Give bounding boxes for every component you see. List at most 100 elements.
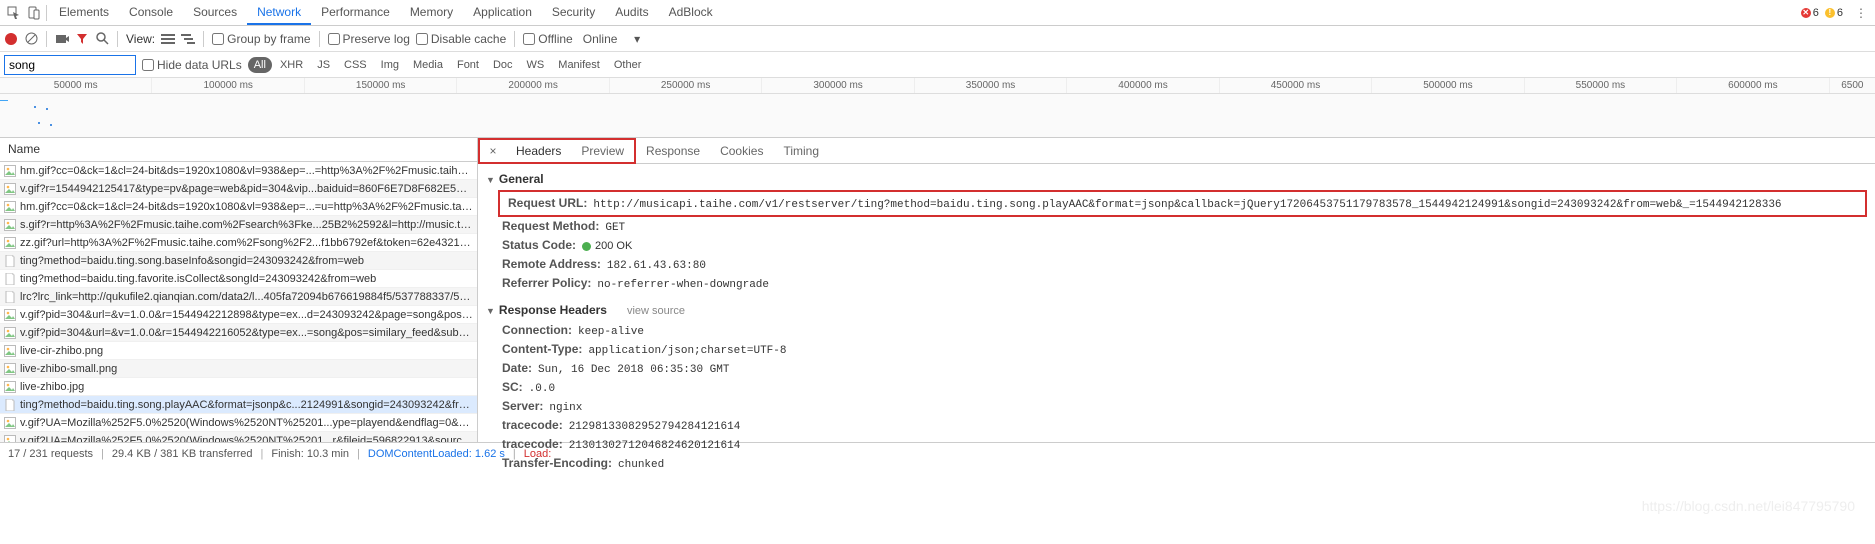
header-row: Date:Sun, 16 Dec 2018 06:35:30 GMT bbox=[486, 359, 1867, 378]
request-row[interactable]: zz.gif?url=http%3A%2F%2Fmusic.taihe.com%… bbox=[0, 234, 477, 252]
request-row[interactable]: hm.gif?cc=0&ck=1&cl=24-bit&ds=1920x1080&… bbox=[0, 198, 477, 216]
filter-type-other[interactable]: Other bbox=[608, 57, 648, 73]
status-value: 200 OK bbox=[582, 240, 632, 253]
request-row[interactable]: ting?method=baidu.ting.song.playAAC&form… bbox=[0, 396, 477, 414]
time-label: 150000 ms bbox=[305, 78, 457, 93]
header-key: Date: bbox=[502, 361, 532, 375]
sb-load: Load: bbox=[524, 448, 552, 460]
header-value: .0.0 bbox=[529, 383, 555, 395]
detail-tabs: × Headers Preview Response Cookies Timin… bbox=[478, 138, 1875, 164]
search-icon[interactable] bbox=[95, 32, 109, 46]
header-value: nginx bbox=[549, 402, 582, 414]
error-count[interactable]: ✕6 bbox=[1801, 7, 1819, 19]
time-label: 600000 ms bbox=[1677, 78, 1829, 93]
device-icon[interactable] bbox=[24, 3, 44, 23]
name-column-header[interactable]: Name bbox=[0, 138, 477, 162]
request-row[interactable]: v.gif?r=1544942125417&type=pv&page=web&p… bbox=[0, 180, 477, 198]
header-key: Transfer-Encoding: bbox=[502, 456, 612, 470]
general-section[interactable]: General bbox=[486, 168, 1867, 190]
tab-audits[interactable]: Audits bbox=[605, 1, 658, 25]
view-label: View: bbox=[126, 32, 155, 46]
response-headers-section[interactable]: Response Headersview source bbox=[486, 299, 1867, 321]
offline-checkbox[interactable]: Offline bbox=[523, 32, 572, 46]
filter-type-ws[interactable]: WS bbox=[521, 57, 551, 73]
filter-input[interactable] bbox=[4, 55, 136, 75]
filter-type-manifest[interactable]: Manifest bbox=[552, 57, 606, 73]
header-value: chunked bbox=[618, 459, 664, 471]
record-button[interactable] bbox=[4, 32, 18, 46]
request-row[interactable]: lrc?lrc_link=http://qukufile2.qianqian.c… bbox=[0, 288, 477, 306]
tab-response[interactable]: Response bbox=[636, 140, 710, 162]
large-rows-icon[interactable] bbox=[161, 32, 175, 46]
time-label: 450000 ms bbox=[1220, 78, 1372, 93]
timeline[interactable]: 50000 ms100000 ms150000 ms200000 ms25000… bbox=[0, 78, 1875, 138]
hide-data-urls-checkbox[interactable]: Hide data URLs bbox=[142, 58, 242, 72]
filter-type-doc[interactable]: Doc bbox=[487, 57, 519, 73]
time-label: 50000 ms bbox=[0, 78, 152, 93]
filter-type-img[interactable]: Img bbox=[375, 57, 405, 73]
time-label: 350000 ms bbox=[915, 78, 1067, 93]
tab-console[interactable]: Console bbox=[119, 1, 183, 25]
request-row[interactable]: v.gif?UA=Mozilla%252F5.0%2520(Windows%25… bbox=[0, 414, 477, 432]
request-row[interactable]: v.gif?UA=Mozilla%252F5.0%2520(Windows%25… bbox=[0, 432, 477, 442]
request-row[interactable]: hm.gif?cc=0&ck=1&cl=24-bit&ds=1920x1080&… bbox=[0, 162, 477, 180]
request-name: live-cir-zhibo.png bbox=[20, 345, 103, 357]
time-label: 300000 ms bbox=[762, 78, 914, 93]
filter-type-media[interactable]: Media bbox=[407, 57, 449, 73]
tab-performance[interactable]: Performance bbox=[311, 1, 400, 25]
tab-adblock[interactable]: AdBlock bbox=[659, 1, 723, 25]
request-row[interactable]: s.gif?r=http%3A%2F%2Fmusic.taihe.com%2Fs… bbox=[0, 216, 477, 234]
sb-dom: DOMContentLoaded: 1.62 s bbox=[368, 448, 505, 460]
tab-headers[interactable]: Headers bbox=[506, 140, 571, 162]
sb-finish: Finish: 10.3 min bbox=[271, 448, 349, 460]
header-row: SC:.0.0 bbox=[486, 378, 1867, 397]
tab-cookies[interactable]: Cookies bbox=[710, 140, 773, 162]
filter-type-all[interactable]: All bbox=[248, 57, 272, 73]
method-label: Request Method: bbox=[502, 219, 599, 233]
more-icon[interactable]: ⋮ bbox=[1851, 3, 1871, 23]
inspect-icon[interactable] bbox=[4, 3, 24, 23]
filter-type-font[interactable]: Font bbox=[451, 57, 485, 73]
request-row[interactable]: ting?method=baidu.ting.favorite.isCollec… bbox=[0, 270, 477, 288]
view-source-link[interactable]: view source bbox=[627, 305, 685, 317]
preserve-log-checkbox[interactable]: Preserve log bbox=[328, 32, 410, 46]
time-label: 250000 ms bbox=[610, 78, 762, 93]
time-label: 6500 bbox=[1830, 78, 1875, 93]
tab-sources[interactable]: Sources bbox=[183, 1, 247, 25]
tab-application[interactable]: Application bbox=[463, 1, 542, 25]
remote-value: 182.61.43.63:80 bbox=[607, 260, 706, 272]
header-value: 21298133082952794284121614 bbox=[569, 421, 741, 433]
request-row[interactable]: live-zhibo-small.png bbox=[0, 360, 477, 378]
tab-elements[interactable]: Elements bbox=[49, 1, 119, 25]
tab-preview[interactable]: Preview bbox=[571, 140, 634, 162]
filter-type-css[interactable]: CSS bbox=[338, 57, 373, 73]
filter-type-xhr[interactable]: XHR bbox=[274, 57, 309, 73]
request-row[interactable]: live-zhibo.jpg bbox=[0, 378, 477, 396]
header-key: tracecode: bbox=[502, 418, 563, 432]
request-row[interactable]: v.gif?pid=304&url=&v=1.0.0&r=15449422160… bbox=[0, 324, 477, 342]
warn-count[interactable]: !6 bbox=[1825, 7, 1843, 19]
waterfall-icon[interactable] bbox=[181, 32, 195, 46]
sb-transferred: 29.4 KB / 381 KB transferred bbox=[112, 448, 253, 460]
devtools-tabs: ElementsConsoleSourcesNetworkPerformance… bbox=[0, 0, 1875, 26]
filter-type-js[interactable]: JS bbox=[311, 57, 336, 73]
group-by-frame-checkbox[interactable]: Group by frame bbox=[212, 32, 310, 46]
header-key: Server: bbox=[502, 399, 543, 413]
request-name: v.gif?UA=Mozilla%252F5.0%2520(Windows%25… bbox=[20, 435, 473, 443]
request-row[interactable]: v.gif?pid=304&url=&v=1.0.0&r=15449422128… bbox=[0, 306, 477, 324]
header-key: Content-Type: bbox=[502, 342, 582, 356]
tab-timing[interactable]: Timing bbox=[773, 140, 829, 162]
image-icon bbox=[4, 363, 16, 375]
tab-security[interactable]: Security bbox=[542, 1, 605, 25]
request-row[interactable]: ting?method=baidu.ting.song.baseInfo&son… bbox=[0, 252, 477, 270]
clear-icon[interactable] bbox=[24, 32, 38, 46]
filter-icon[interactable] bbox=[75, 32, 89, 46]
tab-network[interactable]: Network bbox=[247, 1, 311, 25]
header-value: keep-alive bbox=[578, 326, 644, 338]
camera-icon[interactable] bbox=[55, 32, 69, 46]
close-icon[interactable]: × bbox=[480, 144, 506, 158]
request-row[interactable]: live-cir-zhibo.png bbox=[0, 342, 477, 360]
throttle-select[interactable]: Online ▾ bbox=[579, 32, 644, 46]
disable-cache-checkbox[interactable]: Disable cache bbox=[416, 32, 506, 46]
tab-memory[interactable]: Memory bbox=[400, 1, 463, 25]
